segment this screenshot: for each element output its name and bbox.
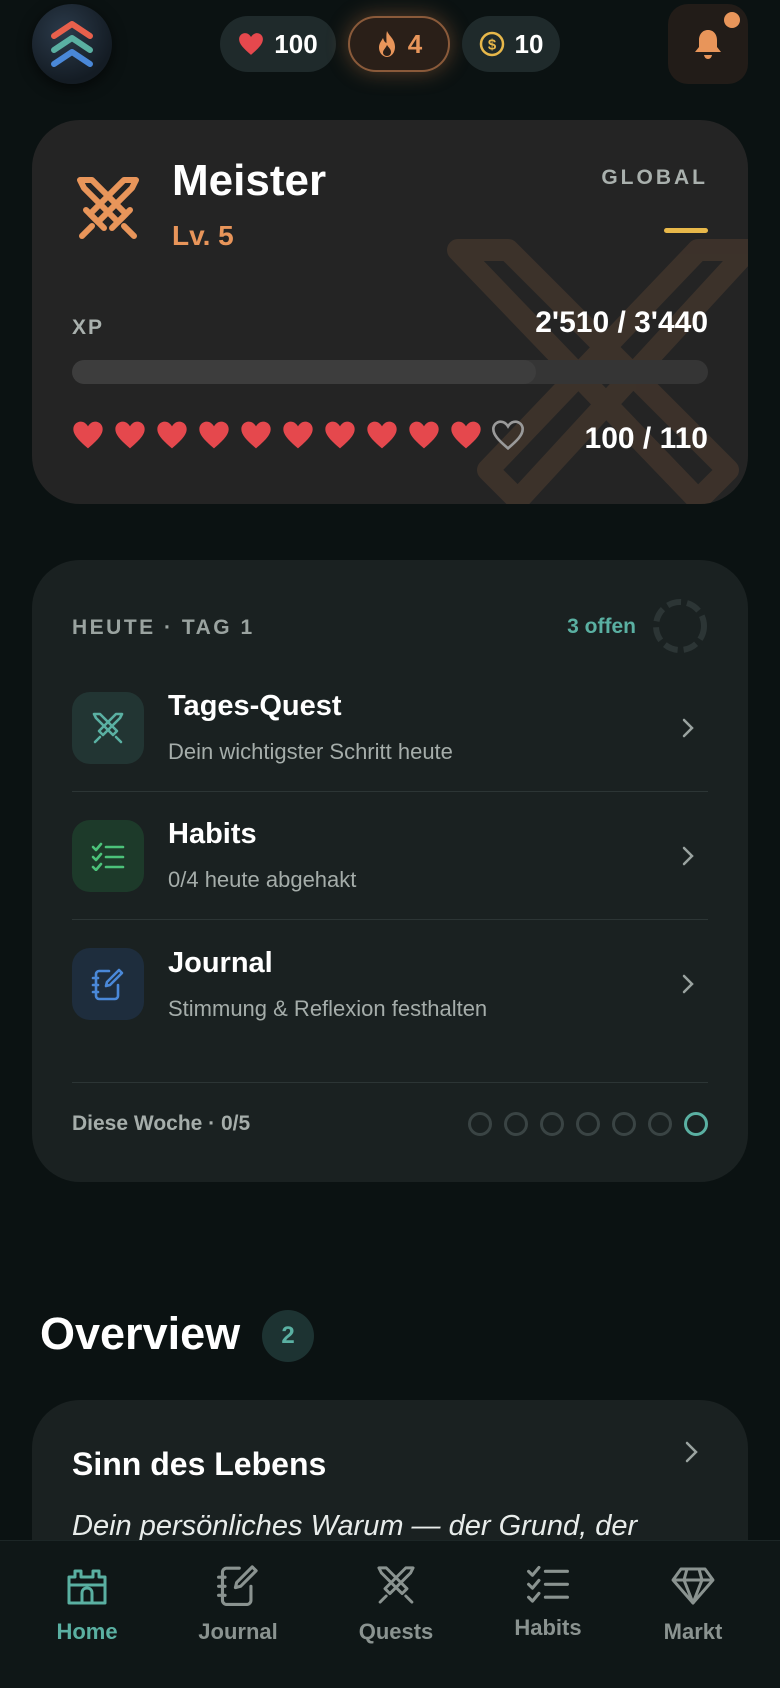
week-day-dot	[576, 1111, 600, 1136]
swords-icon	[377, 1566, 415, 1604]
nav-label: Journal	[198, 1619, 278, 1644]
week-day-dot	[648, 1111, 672, 1136]
heart-full-icon	[73, 421, 103, 449]
heart-full-icon	[283, 421, 313, 449]
streak-value: 4	[407, 28, 423, 59]
task-subtitle: Dein wichtigster Schritt heute	[168, 739, 453, 764]
notification-dot	[724, 12, 740, 28]
bell-icon	[695, 30, 721, 59]
bottom-nav: Home Journal Quests Habits Markt	[0, 1540, 780, 1688]
xp-value: 2'510 / 3'440	[535, 306, 708, 339]
heart-full-icon	[199, 421, 229, 449]
coins-value: 10	[514, 28, 544, 59]
nav-label: Habits	[514, 1615, 582, 1640]
week-day-dot	[504, 1111, 528, 1136]
chevrons-up-icon	[51, 21, 93, 67]
task-title: Journal	[168, 946, 273, 979]
task-title: Habits	[168, 818, 257, 850]
profile-card[interactable]: Meister Lv. 5 GLOBAL XP 2'510 / 3'440 10…	[32, 120, 748, 504]
class-name: Meister	[172, 156, 327, 205]
chevron-right-icon	[685, 1441, 698, 1463]
task-subtitle: 0/4 heute abgehakt	[168, 867, 357, 892]
swords-icon	[92, 712, 124, 743]
xp-label: XP	[72, 316, 105, 339]
notebook-pen-icon	[217, 1565, 258, 1606]
task-title: Tages-Quest	[168, 690, 342, 722]
heart-full-icon	[451, 421, 481, 449]
week-day-dot	[540, 1111, 564, 1136]
week-day-dot	[612, 1111, 636, 1136]
week-day-dot-today	[684, 1111, 708, 1136]
hp-value: 100	[274, 28, 318, 59]
gem-icon	[671, 1567, 715, 1605]
nav-item-journal[interactable]: Journal	[173, 1563, 303, 1645]
overview-title: Overview	[40, 1308, 241, 1359]
overview-card-text: Dein persönliches Warum — der Grund, der	[72, 1510, 638, 1542]
heart-empty-icon	[492, 420, 524, 450]
svg-text:$: $	[487, 37, 496, 54]
scope-indicator	[664, 228, 708, 233]
nav-item-market[interactable]: Markt	[628, 1563, 758, 1645]
hp-total-value: 100 / 110	[584, 422, 708, 455]
coin-icon: $	[479, 31, 504, 57]
nav-label: Markt	[663, 1619, 723, 1644]
heart-full-icon	[115, 421, 145, 449]
task-row-daily-quest[interactable]: Tages-Quest Dein wichtigster Schritt heu…	[72, 664, 708, 792]
hearts-row	[72, 420, 524, 450]
checklist-icon	[527, 1565, 569, 1603]
heart-full-icon	[367, 421, 397, 449]
week-dots	[468, 1111, 708, 1136]
week-progress: Diese Woche · 0/5	[72, 1082, 708, 1144]
chevron-right-icon	[682, 718, 694, 737]
daily-quest-icon-box	[72, 691, 144, 764]
top-bar: 100 4 $ 10	[0, 0, 780, 90]
swords-icon	[77, 177, 139, 239]
castle-icon	[67, 1569, 107, 1605]
nav-label: Home	[56, 1619, 118, 1644]
scope-label[interactable]: GLOBAL	[601, 166, 708, 190]
nav-label: Quests	[358, 1619, 434, 1644]
coins-pill[interactable]: $ 10	[462, 16, 560, 72]
progress-ring	[653, 599, 707, 653]
today-title: HEUTE · TAG 1	[72, 616, 255, 639]
week-label: Diese Woche · 0/5	[72, 1111, 251, 1135]
xp-progress-fill	[72, 360, 537, 384]
task-row-journal[interactable]: Journal Stimmung & Reflexion festhalten	[72, 920, 708, 1048]
class-level: Lv. 5	[172, 220, 234, 251]
chevron-right-icon	[682, 846, 694, 865]
heart-full-icon	[325, 421, 355, 449]
open-count: 3 offen	[567, 615, 636, 638]
heart-full-icon	[409, 421, 439, 449]
heart-icon	[239, 33, 264, 55]
notebook-pen-icon	[91, 968, 124, 1001]
app-logo[interactable]	[32, 4, 112, 84]
notifications-button[interactable]	[668, 4, 748, 84]
habits-icon-box	[72, 819, 144, 892]
nav-item-home[interactable]: Home	[22, 1563, 152, 1645]
overview-count-badge: 2	[262, 1310, 314, 1362]
today-card: HEUTE · TAG 1 3 offen Tages-Quest Dein w…	[32, 560, 748, 1182]
hp-pill[interactable]: 100	[220, 16, 336, 72]
heart-full-icon	[241, 421, 271, 449]
heart-full-icon	[157, 421, 187, 449]
week-day-dot	[468, 1111, 492, 1136]
task-subtitle: Stimmung & Reflexion festhalten	[168, 995, 488, 1021]
nav-item-quests[interactable]: Quests	[331, 1563, 461, 1645]
flame-icon	[378, 31, 395, 57]
chevron-right-icon	[682, 974, 694, 994]
xp-progress-bar	[72, 360, 708, 384]
streak-pill[interactable]: 4	[348, 16, 450, 72]
nav-item-habits[interactable]: Habits	[483, 1563, 613, 1641]
journal-icon-box	[72, 948, 144, 1020]
overview-card-title: Sinn des Lebens	[72, 1446, 327, 1482]
checklist-icon	[91, 842, 125, 871]
task-row-habits[interactable]: Habits 0/4 heute abgehakt	[72, 792, 708, 920]
